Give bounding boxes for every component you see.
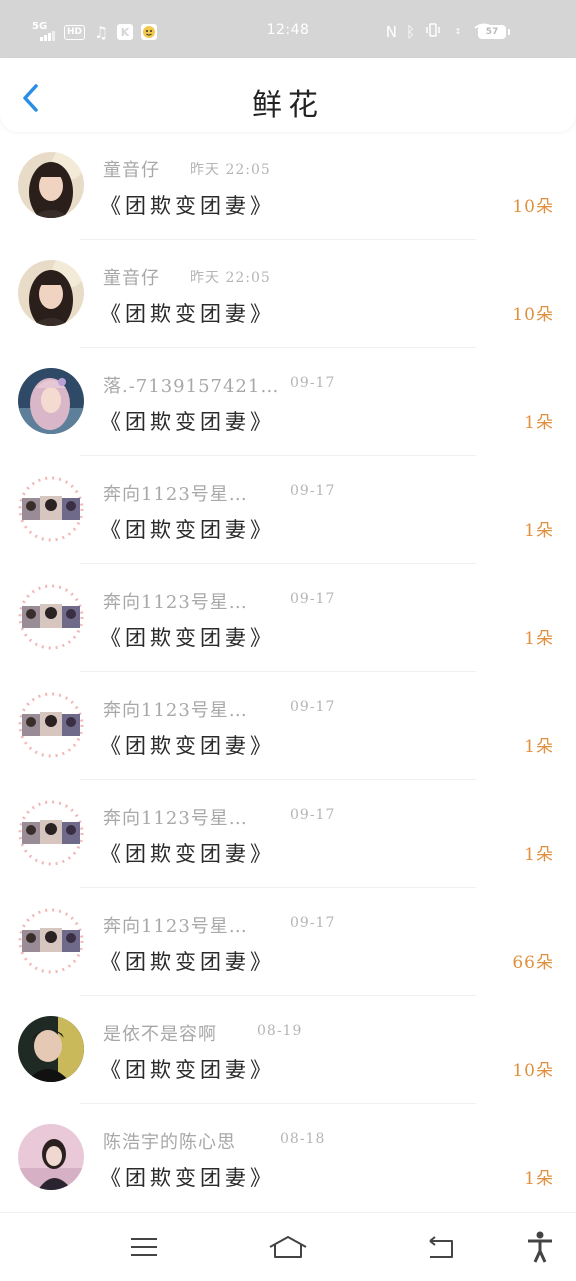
sender-name: 奔向1123号星… — [103, 592, 248, 613]
book-title: 《团欺变团妻》 — [100, 1166, 275, 1190]
send-time: 09-17 — [290, 699, 336, 715]
flower-count: 10朵 — [512, 305, 554, 325]
sender-name: 奔向1123号星… — [103, 484, 248, 505]
flower-count: 1朵 — [524, 1169, 554, 1189]
status-bar: 5G HD ♫ K 12:48 N ᛒ ↕ 57 — [0, 0, 576, 60]
list-item[interactable]: 童音仔 昨天 22:05 《团欺变团妻》 10朵 — [0, 240, 576, 348]
book-title: 《团欺变团妻》 — [100, 842, 275, 866]
flower-count: 66朵 — [512, 953, 554, 973]
boy-avatar — [18, 1016, 84, 1082]
list-item[interactable]: 奔向1123号星… 09-17 《团欺变团妻》 1朵 — [0, 456, 576, 564]
home-icon — [269, 1236, 307, 1258]
send-time: 08-18 — [280, 1131, 326, 1147]
send-time: 08-19 — [257, 1023, 303, 1039]
girl-avatar — [18, 152, 84, 218]
send-time: 昨天 22:05 — [190, 270, 271, 286]
page-title: 鲜花 — [252, 88, 324, 123]
collage-avatar — [18, 692, 84, 758]
back-nav-button[interactable] — [422, 1229, 458, 1265]
flower-count: 10朵 — [512, 1061, 554, 1081]
vibrate-icon — [424, 23, 442, 41]
book-title: 《团欺变团妻》 — [100, 518, 275, 542]
battery-icon: 57 — [478, 25, 510, 39]
sender-name: 童音仔 — [103, 268, 160, 289]
sender-name: 落.-7139157421… — [103, 376, 280, 397]
sender-name: 是依不是容啊 — [103, 1024, 217, 1045]
book-title: 《团欺变团妻》 — [100, 626, 275, 650]
list-item[interactable]: 是依不是容啊 08-19 《团欺变团妻》 10朵 — [0, 996, 576, 1104]
book-title: 《团欺变团妻》 — [100, 1058, 275, 1082]
book-title: 《团欺变团妻》 — [100, 410, 275, 434]
list-item[interactable]: 童音仔 昨天 22:05 《团欺变团妻》 10朵 — [0, 132, 576, 240]
home-button[interactable] — [266, 1229, 310, 1265]
back-icon — [429, 1236, 453, 1258]
system-nav-bar — [0, 1212, 576, 1281]
nfc-icon: N — [385, 23, 397, 41]
collage-avatar — [18, 584, 84, 650]
pink-photo-avatar — [18, 1124, 84, 1190]
sender-name: 陈浩宇的陈心思 — [103, 1132, 236, 1153]
list-item[interactable]: 奔向1123号星… 09-17 《团欺变团妻》 1朵 — [0, 780, 576, 888]
accessibility-button[interactable] — [522, 1229, 558, 1265]
send-time: 09-17 — [290, 915, 336, 931]
flower-count: 1朵 — [524, 413, 554, 433]
list-item[interactable]: 奔向1123号星… 09-17 《团欺变团妻》 1朵 — [0, 672, 576, 780]
send-time: 09-17 — [290, 591, 336, 607]
data-speed-icon: ↕ — [454, 27, 462, 36]
flower-count: 1朵 — [524, 845, 554, 865]
send-time: 09-17 — [290, 375, 336, 391]
menu-button[interactable] — [126, 1229, 162, 1265]
accessibility-icon — [528, 1231, 552, 1263]
list-item[interactable]: 陈浩宇的陈心思 08-18 《团欺变团妻》 1朵 — [0, 1104, 576, 1212]
send-time: 09-17 — [290, 483, 336, 499]
collage-avatar — [18, 476, 84, 542]
list-item[interactable]: 奔向1123号星… 09-17 《团欺变团妻》 66朵 — [0, 888, 576, 996]
sender-name: 奔向1123号星… — [103, 700, 248, 721]
bluetooth-icon: ᛒ — [405, 23, 415, 41]
flower-count: 1朵 — [524, 521, 554, 541]
flower-count: 10朵 — [512, 197, 554, 217]
sender-name: 奔向1123号星… — [103, 808, 248, 829]
collage-avatar — [18, 800, 84, 866]
flower-count: 1朵 — [524, 737, 554, 757]
girl-avatar — [18, 260, 84, 326]
menu-icon — [131, 1238, 157, 1256]
list-item[interactable]: 奔向1123号星… 09-17 《团欺变团妻》 1朵 — [0, 564, 576, 672]
sender-name: 童音仔 — [103, 160, 160, 181]
send-time: 昨天 22:05 — [190, 162, 271, 178]
book-title: 《团欺变团妻》 — [100, 194, 275, 218]
pink-hair-avatar — [18, 368, 84, 434]
header: 鲜花 — [0, 58, 576, 132]
book-title: 《团欺变团妻》 — [100, 302, 275, 326]
book-title: 《团欺变团妻》 — [100, 950, 275, 974]
book-title: 《团欺变团妻》 — [100, 734, 275, 758]
flower-count: 1朵 — [524, 629, 554, 649]
collage-avatar — [18, 908, 84, 974]
list-item[interactable]: 落.-7139157421… 09-17 《团欺变团妻》 1朵 — [0, 348, 576, 456]
send-time: 09-17 — [290, 807, 336, 823]
sender-name: 奔向1123号星… — [103, 916, 248, 937]
